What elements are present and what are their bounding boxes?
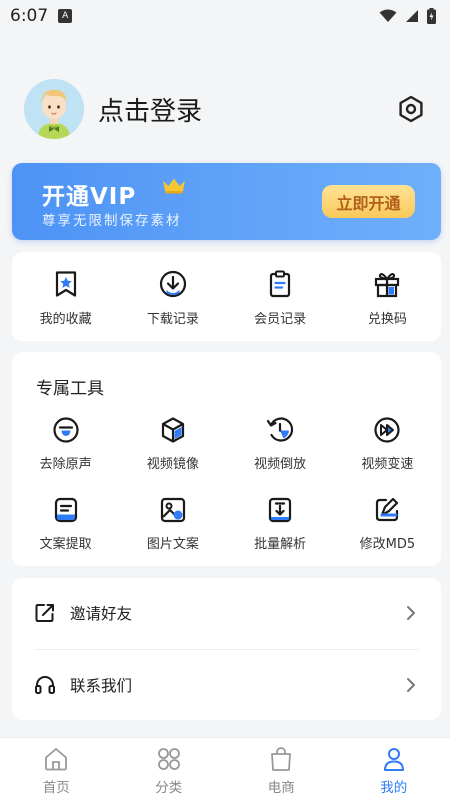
- headset-icon: [35, 676, 55, 694]
- clipboard-icon: [270, 270, 291, 298]
- profile-header: 点击登录: [24, 78, 426, 140]
- status-left: 6:07 A: [10, 6, 73, 26]
- quick-action-favorites[interactable]: 我的收藏: [12, 270, 119, 327]
- share-icon: [35, 604, 54, 622]
- tools-card: 专属工具 去除原声 视频镜像 视频倒放 视频变速 文案提取 图片文案 批量解析 …: [12, 352, 441, 566]
- nav-label: 首页: [42, 780, 70, 796]
- chevron-right-icon: [407, 606, 415, 620]
- tools-row: 文案提取 图片文案 批量解析 修改MD5: [12, 496, 441, 552]
- tool-label: 视频变速: [361, 457, 414, 472]
- quick-action-label: 下载记录: [146, 312, 199, 327]
- quick-actions-card: 我的收藏 下载记录 会员记录 兑换码: [12, 252, 441, 341]
- nav-category[interactable]: 分类: [113, 738, 226, 800]
- text-extract-icon: [54, 497, 77, 523]
- tool-modify-md5[interactable]: 修改MD5: [334, 496, 441, 552]
- tool-label: 批量解析: [254, 537, 307, 552]
- nav-label: 分类: [155, 780, 183, 796]
- crown-icon: [163, 178, 185, 194]
- edit-icon: [376, 497, 399, 522]
- avatar[interactable]: [24, 79, 84, 139]
- vip-title: 开通VIP: [42, 184, 137, 210]
- tool-label: 视频镜像: [146, 457, 199, 472]
- category-icon: [157, 748, 180, 770]
- vip-open-button[interactable]: 立即开通: [322, 185, 415, 218]
- avatar-icon: [24, 79, 84, 139]
- download-icon: [159, 270, 186, 298]
- nav-label: 我的: [380, 780, 408, 796]
- tool-text-extract[interactable]: 文案提取: [12, 496, 119, 552]
- nav-home[interactable]: 首页: [0, 738, 113, 800]
- tool-image-text[interactable]: 图片文案: [119, 496, 226, 552]
- quick-action-redeem[interactable]: 兑换码: [334, 270, 441, 327]
- tools-row: 去除原声 视频镜像 视频倒放 视频变速: [12, 416, 441, 472]
- tool-label: 视频倒放: [254, 457, 307, 472]
- nav-ecommerce[interactable]: 电商: [225, 738, 338, 800]
- cube-icon: [161, 417, 184, 443]
- tool-remove-audio[interactable]: 去除原声: [12, 416, 119, 472]
- wifi-icon: [379, 9, 397, 22]
- battery-icon: [427, 8, 436, 24]
- tool-label: 去除原声: [39, 457, 92, 472]
- chevron-right-icon: [407, 678, 415, 692]
- link-label: 邀请好友: [70, 605, 133, 623]
- notification-badge: A: [58, 9, 73, 23]
- status-bar: 6:07 A: [0, 0, 450, 32]
- status-right: [379, 8, 436, 24]
- rewind-icon: [267, 417, 294, 442]
- quick-actions-grid: 我的收藏 下载记录 会员记录 兑换码: [12, 252, 441, 327]
- favorite-star-icon: [55, 271, 76, 297]
- nav-profile[interactable]: 我的: [338, 738, 450, 800]
- tool-label: 图片文案: [146, 537, 199, 552]
- tool-video-mirror[interactable]: 视频镜像: [119, 416, 226, 472]
- vip-banner[interactable]: 开通VIP 尊享无限制保存素材 立即开通: [12, 163, 441, 240]
- shopping-bag-icon: [271, 747, 292, 771]
- profile-icon: [383, 748, 404, 771]
- quick-action-downloads[interactable]: 下载记录: [119, 270, 226, 327]
- quick-action-membership[interactable]: 会员记录: [227, 270, 334, 327]
- tool-label: 文案提取: [39, 537, 92, 552]
- quick-action-label: 我的收藏: [39, 312, 92, 327]
- link-label: 联系我们: [70, 677, 133, 695]
- settings-icon[interactable]: [396, 94, 426, 124]
- home-icon: [45, 748, 68, 771]
- status-time: 6:07: [10, 6, 49, 26]
- batch-download-icon: [269, 497, 292, 523]
- image-icon: [160, 497, 185, 523]
- login-link[interactable]: 点击登录: [98, 91, 202, 128]
- tool-batch-parse[interactable]: 批量解析: [227, 496, 334, 552]
- vip-subtitle: 尊享无限制保存素材: [42, 213, 182, 229]
- nav-label: 电商: [267, 780, 295, 796]
- quick-action-label: 兑换码: [367, 312, 407, 327]
- mute-circle-icon: [53, 417, 79, 443]
- quick-action-label: 会员记录: [254, 312, 307, 327]
- signal-icon: [406, 10, 418, 22]
- tool-video-speed[interactable]: 视频变速: [334, 416, 441, 472]
- bottom-nav: 首页 分类 电商 我的: [0, 737, 450, 800]
- tool-video-reverse[interactable]: 视频倒放: [227, 416, 334, 472]
- tools-title: 专属工具: [36, 379, 104, 399]
- tool-label: 修改MD5: [359, 537, 416, 552]
- fast-forward-icon: [374, 417, 400, 443]
- contact-us-row[interactable]: 联系我们: [12, 650, 441, 720]
- gift-icon: [375, 273, 400, 298]
- links-card: 邀请好友 联系我们: [12, 578, 441, 720]
- invite-friends-row[interactable]: 邀请好友: [12, 578, 441, 648]
